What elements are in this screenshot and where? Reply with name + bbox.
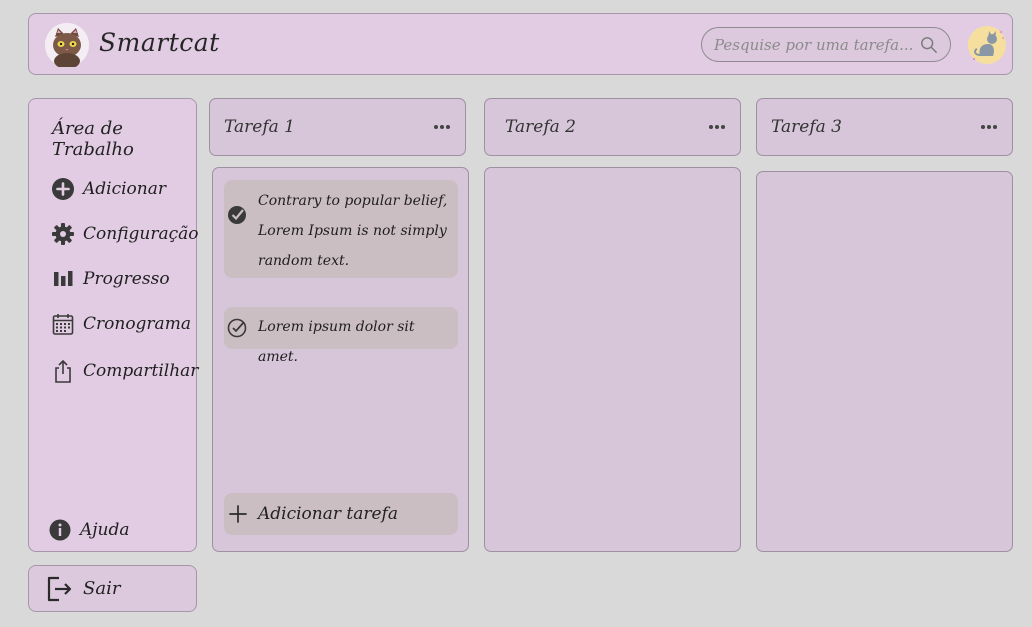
more-options-icon[interactable] bbox=[433, 117, 451, 137]
sidebar-item-label: Cronograma bbox=[83, 314, 191, 334]
sidebar-title: Área de Trabalho bbox=[52, 118, 134, 160]
sidebar-item-adicionar[interactable]: Adicionar bbox=[51, 177, 166, 201]
sidebar-item-progresso[interactable]: Progresso bbox=[51, 267, 170, 291]
task-text: Contrary to popular belief, Lorem Ipsum … bbox=[258, 193, 448, 269]
cat-avatar-icon bbox=[968, 26, 1006, 64]
brand-name: Smartcat bbox=[99, 28, 220, 57]
task-card[interactable]: Lorem ipsum dolor sit amet. bbox=[224, 307, 458, 365]
sidebar: Área de Trabalho Adicionar Configuração … bbox=[28, 98, 199, 552]
sidebar-item-label: Progresso bbox=[83, 269, 170, 289]
column-body-tarefa-3 bbox=[756, 171, 1013, 552]
column-title: Tarefa 3 bbox=[771, 117, 842, 137]
check-circle-filled-icon[interactable] bbox=[226, 204, 248, 226]
add-task-label: Adicionar tarefa bbox=[258, 504, 398, 524]
check-circle-outline-icon[interactable] bbox=[226, 317, 248, 339]
sidebar-item-label: Configuração bbox=[83, 224, 199, 244]
add-task-button[interactable]: Adicionar tarefa bbox=[224, 493, 458, 535]
sidebar-item-label: Compartilhar bbox=[83, 361, 199, 381]
share-icon bbox=[51, 359, 75, 383]
top-header: Smartcat bbox=[28, 13, 1013, 75]
sidebar-item-label: Ajuda bbox=[80, 520, 130, 540]
sidebar-item-configuracao[interactable]: Configuração bbox=[51, 222, 199, 246]
cat-logo-icon[interactable] bbox=[45, 23, 89, 69]
task-card[interactable]: Contrary to popular belief, Lorem Ipsum … bbox=[224, 180, 458, 278]
search-bar[interactable] bbox=[701, 27, 951, 62]
calendar-icon bbox=[51, 312, 75, 336]
column-title: Tarefa 2 bbox=[505, 117, 576, 137]
more-options-icon[interactable] bbox=[708, 117, 726, 137]
search-input[interactable] bbox=[714, 34, 914, 56]
column-header-tarefa-3: Tarefa 3 bbox=[756, 98, 1013, 156]
info-icon bbox=[48, 518, 72, 542]
column-body-tarefa-1: Contrary to popular belief, Lorem Ipsum … bbox=[212, 167, 469, 552]
column-body-tarefa-2 bbox=[484, 167, 741, 552]
logout-label: Sair bbox=[83, 578, 121, 599]
task-text: Lorem ipsum dolor sit amet. bbox=[258, 319, 415, 365]
sidebar-item-cronograma[interactable]: Cronograma bbox=[51, 312, 191, 336]
plus-icon bbox=[229, 505, 247, 523]
bar-chart-icon bbox=[51, 267, 75, 291]
column-header-tarefa-2: Tarefa 2 bbox=[484, 98, 741, 156]
gear-icon bbox=[51, 222, 75, 246]
more-options-icon[interactable] bbox=[980, 117, 998, 137]
plus-circle-icon bbox=[51, 177, 75, 201]
logout-button[interactable]: Sair bbox=[28, 565, 197, 612]
sidebar-item-ajuda[interactable]: Ajuda bbox=[48, 518, 130, 542]
column-header-tarefa-1: Tarefa 1 bbox=[209, 98, 466, 156]
sidebar-item-compartilhar[interactable]: Compartilhar bbox=[51, 359, 198, 383]
search-icon[interactable] bbox=[920, 36, 938, 54]
column-title: Tarefa 1 bbox=[224, 117, 295, 137]
sidebar-item-label: Adicionar bbox=[83, 179, 166, 199]
logout-icon bbox=[47, 576, 72, 601]
user-avatar[interactable] bbox=[968, 26, 1006, 64]
